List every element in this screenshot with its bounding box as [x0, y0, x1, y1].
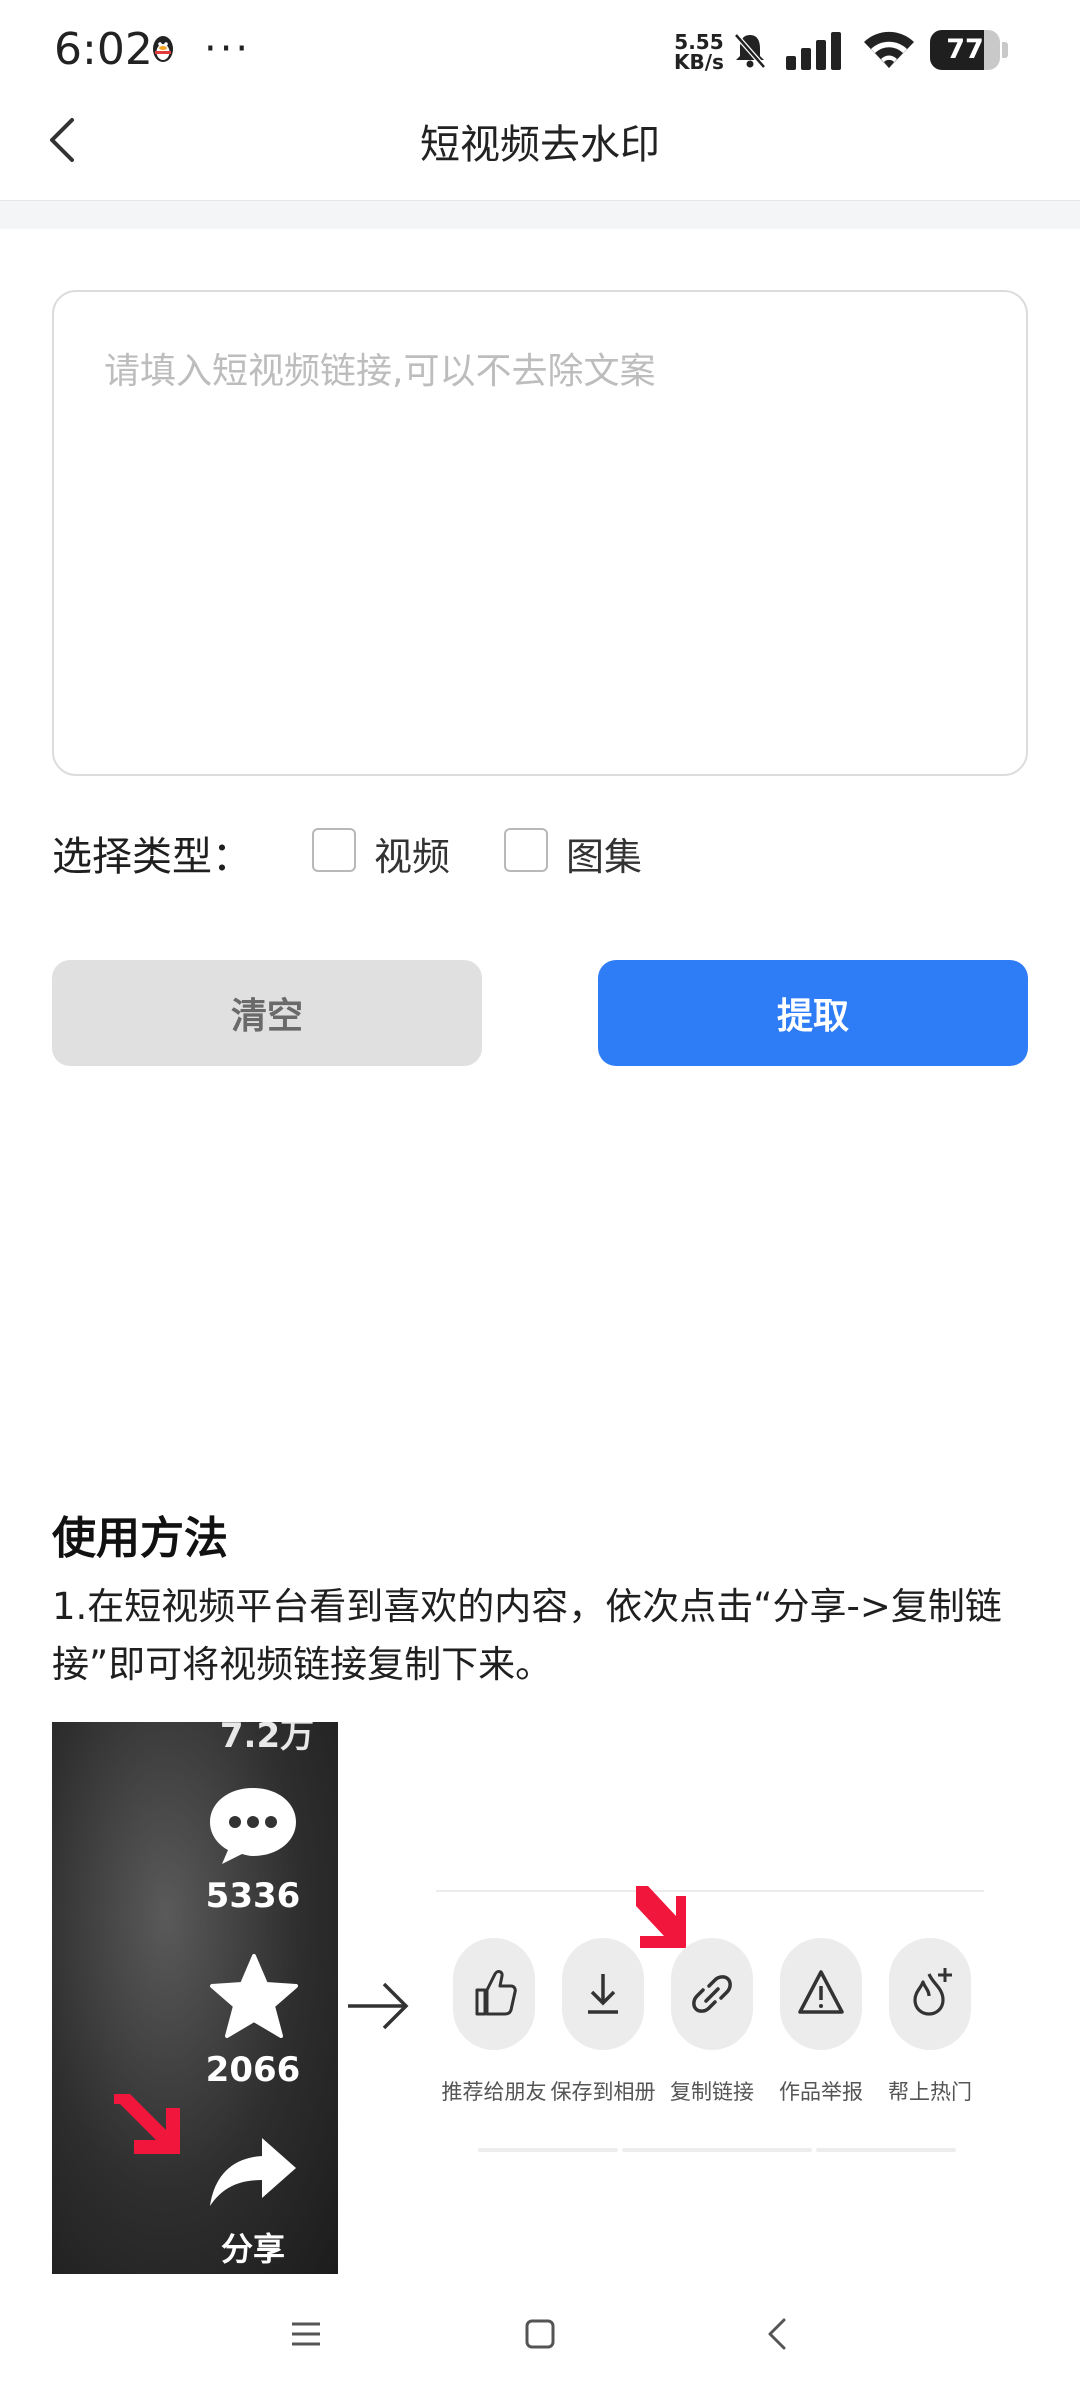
status-time: 6:02 — [54, 24, 153, 75]
network-speed: 5.55 KB/s — [674, 32, 724, 72]
share-label-copy-link: 复制链接 — [670, 2080, 754, 2104]
arrow-right-icon — [348, 1982, 409, 2030]
video-link-input[interactable] — [52, 290, 1028, 776]
bell-muted-icon — [734, 33, 766, 69]
share-panel-bar — [622, 2148, 812, 2152]
battery-level: 77 — [946, 34, 984, 65]
thumbs-up-icon — [475, 1970, 517, 2016]
share-panel-bar — [816, 2148, 956, 2152]
warning-icon — [798, 1970, 844, 2014]
star-icon — [210, 1954, 298, 2038]
share-save-album — [562, 1938, 644, 2050]
gallery-type-label[interactable]: 图集 — [566, 826, 642, 881]
network-speed-unit: KB/s — [674, 50, 724, 74]
network-speed-value: 5.55 — [674, 30, 724, 54]
link-icon — [692, 1975, 732, 2013]
share-recommend-friend — [453, 1938, 535, 2050]
home-icon[interactable] — [520, 2314, 560, 2354]
signal-icon — [786, 32, 841, 70]
share-label-report: 作品举报 — [779, 2080, 863, 2104]
menu-icon[interactable] — [286, 2314, 326, 2354]
share-report — [780, 1938, 862, 2050]
qq-penguin-icon — [153, 36, 173, 62]
comment-count: 5336 — [205, 1876, 301, 1916]
red-pointer-arrow-icon — [114, 2094, 180, 2154]
extract-button[interactable]: 提取 — [598, 960, 1028, 1066]
share-panel-divider — [436, 1890, 984, 1892]
battery-indicator: 77 — [930, 30, 1008, 70]
page-title: 短视频去水印 — [420, 122, 660, 168]
share-label-save: 保存到相册 — [550, 2080, 656, 2104]
likes-count: 7.2万 — [219, 1722, 315, 1756]
usage-step-1: 1.在短视频平台看到喜欢的内容，依次点击“分享->复制链接”即可将视频链接复制下… — [52, 1585, 1002, 1686]
tutorial-phone-screenshot: 7.2万 5336 2066 分享 — [52, 1722, 338, 2274]
share-label-boost: 帮上热门 — [888, 2080, 972, 2104]
nav-back-icon[interactable] — [758, 2314, 798, 2354]
flame-plus-icon — [913, 1968, 952, 2016]
video-type-checkbox[interactable] — [312, 828, 356, 872]
header-divider — [0, 200, 1080, 229]
gallery-type-checkbox[interactable] — [504, 828, 548, 872]
share-copy-link — [671, 1938, 753, 2050]
download-icon — [588, 1974, 618, 2014]
share-panel-bar — [478, 2148, 618, 2152]
notification-more: ··· — [204, 26, 252, 72]
share-label-recommend: 推荐给朋友 — [441, 2080, 547, 2104]
clear-button[interactable]: 清空 — [52, 960, 482, 1066]
wifi-icon — [864, 31, 914, 69]
type-select-label: 选择类型： — [52, 834, 252, 880]
share-label: 分享 — [220, 2230, 285, 2268]
video-type-label[interactable]: 视频 — [374, 826, 450, 881]
share-arrow-icon — [210, 2138, 296, 2206]
comment-icon — [210, 1788, 296, 1864]
share-boost-hot — [889, 1938, 971, 2050]
favorite-count: 2066 — [205, 2050, 301, 2090]
usage-title: 使用方法 — [52, 1513, 228, 1564]
